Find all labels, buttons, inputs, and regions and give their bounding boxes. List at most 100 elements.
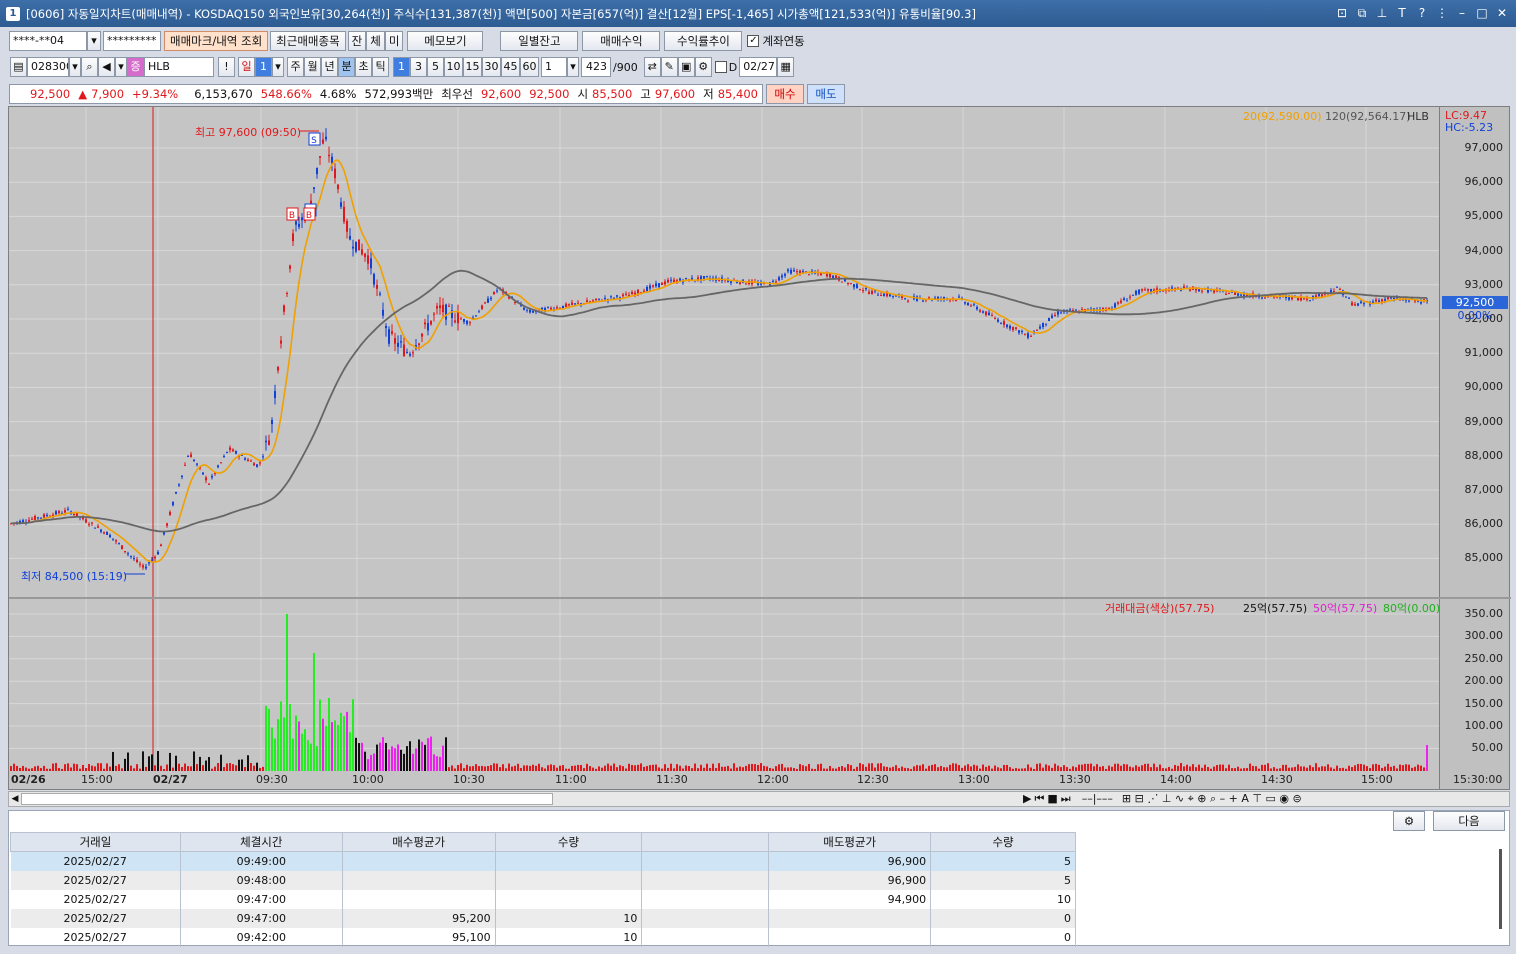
scroll-thumb[interactable] (21, 793, 553, 805)
table-header-cell[interactable]: 거래일 (10, 832, 181, 852)
period-minute-button[interactable]: 분 (338, 57, 355, 77)
panel-divider[interactable] (9, 597, 1511, 599)
bar-count-input[interactable]: 423 (581, 57, 611, 77)
profit-trend-button[interactable]: 수익률추이 (664, 31, 743, 51)
volume-tick-label: 50.00 (1471, 741, 1504, 755)
save-icon[interactable]: ▣ (677, 57, 695, 77)
table-row[interactable]: 2025/02/27 09:49:00 96,900 5 (10, 851, 1076, 871)
table-header-cell[interactable]: 매도평균가 (768, 832, 932, 852)
copy-window-icon[interactable]: ⧉ (1354, 4, 1370, 22)
grid-scrollbar[interactable] (1499, 849, 1502, 929)
indicator-icon[interactable]: ⇄ (643, 57, 661, 77)
stop-icon[interactable]: ■ (1047, 792, 1057, 806)
minimize-icon[interactable]: – (1454, 4, 1470, 22)
trade-profit-button[interactable]: 매매수익 (582, 31, 661, 51)
custom-interval-input[interactable]: 1 (541, 57, 567, 77)
table-row[interactable]: 2025/02/27 09:48:00 96,900 5 (10, 870, 1076, 890)
volume-bar (142, 751, 144, 771)
d-checkbox[interactable] (714, 61, 727, 73)
table-header-cell[interactable]: 체결시간 (179, 832, 343, 852)
table-header-cell[interactable]: 매수평균가 (341, 832, 496, 852)
interval-button-60[interactable]: 60 (520, 57, 539, 77)
zoom-slider[interactable]: ––|––– (1082, 792, 1113, 806)
rewind-icon[interactable]: ⏮ (1034, 792, 1044, 806)
candle-body (73, 514, 75, 516)
candle-body (364, 253, 366, 258)
pin-icon[interactable]: ⊥ (1374, 4, 1390, 22)
table-header-cell[interactable]: 수량 (494, 832, 643, 852)
period-year-button[interactable]: 년 (321, 57, 338, 77)
volume-bar (1129, 766, 1131, 771)
unfilled-button[interactable]: 미 (384, 31, 404, 51)
alert-icon[interactable]: ! (218, 57, 235, 77)
search-icon[interactable]: ⌕ (81, 57, 98, 77)
interval-button-3[interactable]: 3 (410, 57, 427, 77)
help-icon[interactable]: ? (1414, 4, 1430, 22)
interval-button-10[interactable]: 10 (444, 57, 463, 77)
recent-items-button[interactable]: 최근매매종목 (270, 31, 346, 51)
calendar-icon[interactable]: ▦ (777, 57, 795, 77)
close-icon[interactable]: ✕ (1494, 4, 1510, 22)
scroll-right-icon[interactable]: ▶ (1023, 792, 1031, 806)
scroll-left-icon[interactable]: ◀ (9, 794, 21, 804)
candle-body (1339, 288, 1341, 290)
drawing-tools-icon[interactable]: ⊞ ⊟ ⋰ ⊥ ∿ ⌖ ⊕ ⌕ – + A ⊤ ▭ ◉ ⊜ (1122, 792, 1302, 806)
date-input[interactable]: 02/27 (739, 57, 778, 77)
table-row[interactable]: 2025/02/27 09:42:00 95,100 10 0 (10, 927, 1076, 947)
chart-type-icon[interactable]: ▤ (10, 57, 27, 77)
volume-bar (361, 742, 363, 771)
table-row[interactable]: 2025/02/27 09:47:00 94,900 10 (10, 889, 1076, 909)
trade-marks-button[interactable]: 매매마크/내역 조회 (164, 31, 269, 51)
chart-area[interactable]: SBSB 97,00096,00095,00094,00093,00092,00… (8, 106, 1511, 791)
chevron-down-icon[interactable]: ▾ (115, 57, 127, 77)
daily-balance-button[interactable]: 일별잔고 (500, 31, 579, 51)
candle-body (190, 454, 192, 458)
period-day-button[interactable]: 일 (238, 57, 255, 77)
buy-button[interactable]: 매수 (765, 84, 804, 104)
chart-scrollbar[interactable]: ◀ ▶ ⏮ ■ ⏭ ––|––– ⊞ ⊟ ⋰ ⊥ ∿ ⌖ ⊕ ⌕ – + A ⊤… (8, 791, 1510, 807)
account-link-checkbox[interactable]: ✓ (747, 35, 760, 47)
memo-button[interactable]: 메모보기 (407, 31, 484, 51)
draw-tool-icon[interactable]: ✎ (660, 57, 678, 77)
interval-button-45[interactable]: 45 (501, 57, 520, 77)
period-month-button[interactable]: 월 (304, 57, 321, 77)
interval-button-1[interactable]: 1 (393, 57, 410, 77)
more-icon[interactable]: ⋮ (1434, 4, 1450, 22)
settings-icon[interactable]: ⚙ (1393, 811, 1425, 831)
chevron-down-icon[interactable]: ▾ (69, 57, 81, 77)
chart-canvas[interactable]: SBSB (9, 107, 1441, 791)
maximize-icon[interactable]: □ (1474, 4, 1490, 22)
candle-body (91, 522, 93, 524)
table-header-cell[interactable]: 수량 (930, 832, 1076, 852)
period-second-button[interactable]: 초 (355, 57, 372, 77)
forward-icon[interactable]: ⏭ (1061, 792, 1071, 806)
balance-button[interactable]: 잔 (347, 31, 367, 51)
interval-button-30[interactable]: 30 (482, 57, 501, 77)
sell-button[interactable]: 매도 (806, 84, 845, 104)
chevron-down-icon[interactable]: ▾ (87, 31, 101, 51)
executed-button[interactable]: 체 (366, 31, 385, 51)
speaker-icon[interactable]: ◀ (98, 57, 115, 77)
volume-bar (1081, 764, 1083, 771)
candle-body (301, 217, 303, 221)
stock-name-field[interactable]: HLB (144, 57, 214, 77)
password-field[interactable]: ********* (103, 31, 161, 51)
candle-body (970, 305, 972, 307)
chevron-down-icon[interactable]: ▾ (272, 57, 284, 77)
interval-button-15[interactable]: 15 (463, 57, 482, 77)
period-week-button[interactable]: 주 (287, 57, 304, 77)
next-button[interactable]: 다음 (1433, 811, 1505, 831)
link-window-icon[interactable]: ⊡ (1334, 4, 1350, 22)
table-header-cell[interactable] (641, 832, 770, 852)
period-tick-button[interactable]: 틱 (372, 57, 389, 77)
chevron-down-icon[interactable]: ▾ (567, 57, 579, 77)
interval-button-5[interactable]: 5 (427, 57, 444, 77)
table-row[interactable]: 2025/02/27 09:47:00 95,200 10 0 (10, 908, 1076, 928)
volume-bar (1150, 767, 1152, 771)
font-icon[interactable]: T (1394, 4, 1410, 22)
volume-bar (124, 758, 126, 771)
gear-icon[interactable]: ⚙ (694, 57, 712, 77)
period-value-select[interactable]: 1 (255, 57, 272, 77)
stock-code-input[interactable]: 028300 (27, 57, 69, 77)
account-select[interactable]: ****-**04 (9, 31, 87, 51)
